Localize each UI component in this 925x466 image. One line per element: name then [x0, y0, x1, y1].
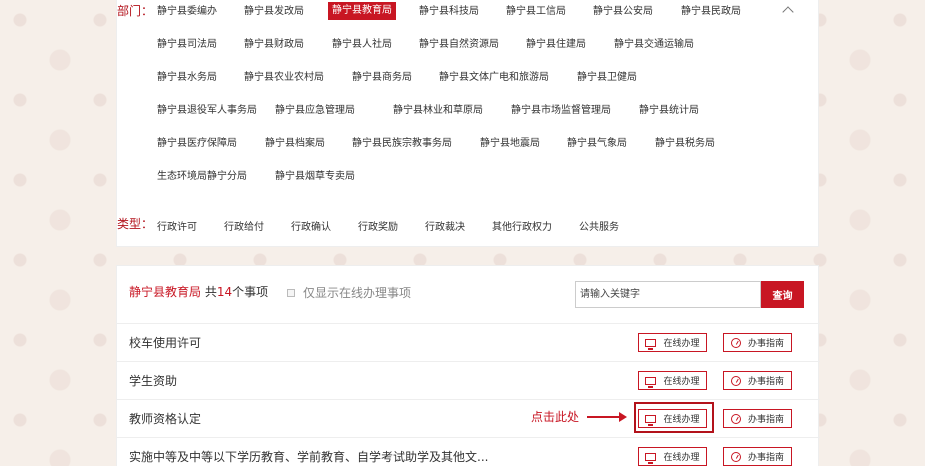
item-name[interactable]: 校车使用许可 [129, 334, 201, 351]
dept-item[interactable]: 静宁县财政局 [244, 37, 304, 53]
dept-item[interactable]: 静宁县工信局 [506, 4, 566, 20]
compass-icon [730, 375, 741, 386]
online-only-filter[interactable]: 仅显示在线办理事项 [287, 284, 411, 301]
dept-item[interactable]: 静宁县档案局 [265, 136, 325, 152]
click-here-annotation: 点击此处 [531, 408, 628, 425]
dept-item[interactable]: 静宁县发改局 [244, 4, 304, 20]
search-input[interactable] [575, 281, 761, 308]
dept-item[interactable]: 静宁县商务局 [352, 70, 412, 86]
compass-icon [730, 337, 741, 348]
item-name[interactable]: 实施中等及中等以下学历教育、学前教育、自学考试助学及其他文... [129, 448, 488, 465]
item-count: 14 [216, 285, 233, 299]
dept-item[interactable]: 静宁县民政局 [681, 4, 741, 20]
dept-item[interactable]: 静宁县应急管理局 [275, 103, 355, 119]
type-item[interactable]: 行政奖励 [358, 218, 398, 233]
dept-item[interactable]: 静宁县地震局 [480, 136, 540, 152]
guide-button[interactable]: 办事指南 [723, 447, 792, 466]
dept-item-active[interactable]: 静宁县教育局 [328, 2, 396, 20]
online-apply-button[interactable]: 在线办理 [638, 447, 707, 466]
dept-item[interactable]: 静宁县科技局 [419, 4, 479, 20]
online-apply-label: 在线办理 [663, 453, 700, 463]
online-only-checkbox[interactable] [287, 288, 295, 297]
dept-item[interactable]: 静宁县民族宗教事务局 [352, 136, 452, 152]
dept-item[interactable]: 静宁县交通运输局 [614, 37, 694, 53]
guide-button[interactable]: 办事指南 [723, 371, 792, 390]
list-dept-name: 静宁县教育局 [129, 285, 202, 299]
item-name[interactable]: 学生资助 [129, 372, 177, 389]
dept-item[interactable]: 静宁县烟草专卖局 [275, 169, 355, 185]
dept-item[interactable]: 静宁县水务局 [157, 70, 217, 86]
item-name[interactable]: 教师资格认定 [129, 410, 201, 427]
table-row: 实施中等及中等以下学历教育、学前教育、自学考试助学及其他文... 在线办理 办事… [117, 437, 820, 466]
dept-item[interactable]: 静宁县统计局 [639, 103, 699, 119]
monitor-icon [645, 452, 657, 464]
dept-item[interactable]: 生态环境局静宁分局 [157, 169, 247, 185]
type-item[interactable]: 行政给付 [224, 218, 264, 233]
dept-item[interactable]: 静宁县自然资源局 [419, 37, 499, 53]
item-list-panel: 静宁县教育局 共14个事项 仅显示在线办理事项 查询 校车使用许可 在线办理 办… [116, 265, 820, 466]
compass-icon [730, 413, 741, 424]
department-label: 部门： [117, 4, 154, 18]
guide-label: 办事指南 [747, 453, 784, 463]
online-only-label: 仅显示在线办理事项 [303, 286, 412, 300]
dept-item[interactable]: 静宁县卫健局 [577, 70, 637, 86]
type-item[interactable]: 行政许可 [157, 218, 197, 233]
table-row: 校车使用许可 在线办理 办事指南 [117, 323, 820, 361]
type-item[interactable]: 公共服务 [579, 218, 619, 233]
chevron-up-icon[interactable] [781, 3, 795, 17]
table-row: 学生资助 在线办理 办事指南 [117, 361, 820, 399]
online-apply-button[interactable]: 在线办理 [638, 333, 707, 352]
online-apply-label: 在线办理 [663, 339, 700, 349]
dept-item[interactable]: 静宁县委编办 [157, 4, 217, 20]
dept-item[interactable]: 静宁县农业农村局 [244, 70, 324, 86]
guide-label: 办事指南 [747, 415, 784, 425]
arrow-right-icon [587, 411, 628, 422]
type-item[interactable]: 行政裁决 [425, 218, 465, 233]
dept-item[interactable]: 静宁县司法局 [157, 37, 217, 53]
online-apply-button[interactable]: 在线办理 [638, 371, 707, 390]
guide-button[interactable]: 办事指南 [723, 333, 792, 352]
dept-item[interactable]: 静宁县税务局 [655, 136, 715, 152]
type-label: 类型： [117, 217, 154, 231]
dept-item[interactable]: 静宁县人社局 [332, 37, 392, 53]
online-apply-button[interactable]: 在线办理 [638, 409, 707, 428]
compass-icon [730, 451, 741, 462]
guide-label: 办事指南 [747, 377, 784, 387]
dept-item[interactable]: 静宁县医疗保障局 [157, 136, 237, 152]
monitor-icon [645, 414, 657, 426]
guide-button[interactable]: 办事指南 [723, 409, 792, 428]
list-title: 静宁县教育局 共14个事项 [129, 283, 268, 300]
online-apply-label: 在线办理 [663, 377, 700, 387]
guide-label: 办事指南 [747, 339, 784, 349]
online-apply-label: 在线办理 [663, 415, 700, 425]
count-prefix: 共 [201, 285, 217, 299]
type-item[interactable]: 行政确认 [291, 218, 331, 233]
table-row: 教师资格认定 点击此处 在线办理 办事指南 [117, 399, 820, 437]
monitor-icon [645, 338, 657, 350]
dept-item[interactable]: 静宁县退役军人事务局 [157, 103, 257, 119]
dept-item[interactable]: 静宁县市场监督管理局 [511, 103, 611, 119]
type-item[interactable]: 其他行政权力 [492, 218, 552, 233]
filter-panel: 部门： 静宁县委编办 静宁县发改局 静宁县教育局 静宁县科技局 静宁县工信局 静… [116, 0, 819, 247]
count-suffix: 个事项 [232, 285, 269, 299]
dept-item[interactable]: 静宁县气象局 [567, 136, 627, 152]
dept-item[interactable]: 静宁县林业和草原局 [393, 103, 483, 119]
dept-item[interactable]: 静宁县住建局 [526, 37, 586, 53]
annotation-text: 点击此处 [531, 410, 580, 424]
search-button[interactable]: 查询 [761, 281, 804, 308]
dept-item[interactable]: 静宁县公安局 [593, 4, 653, 20]
dept-item[interactable]: 静宁县文体广电和旅游局 [439, 70, 549, 86]
monitor-icon [645, 376, 657, 388]
